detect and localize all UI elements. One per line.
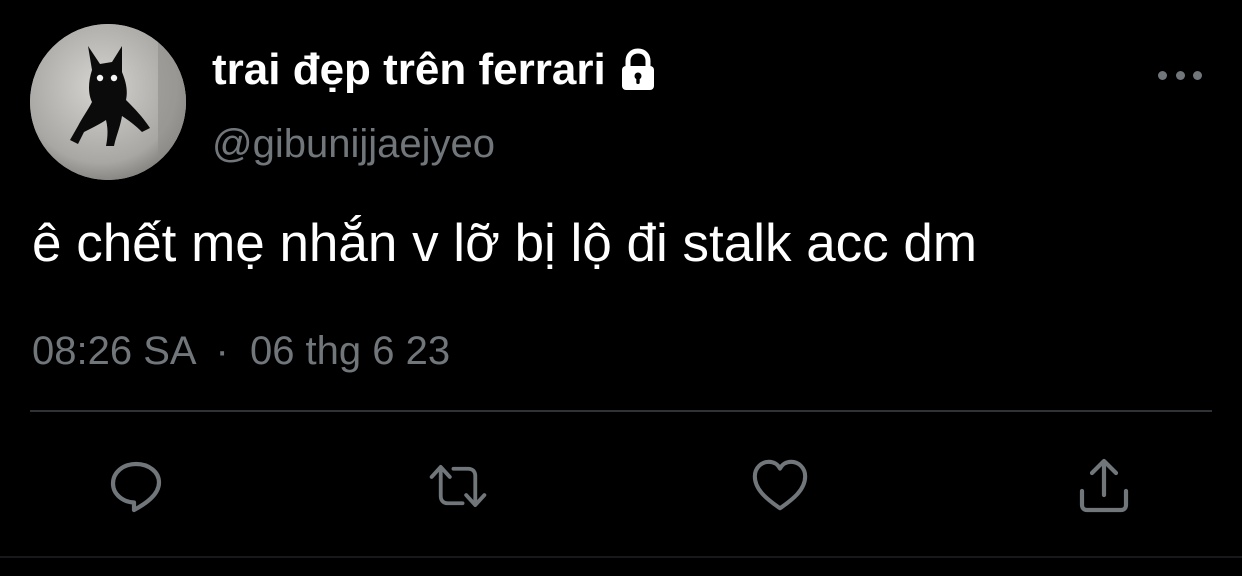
dot — [1158, 70, 1167, 80]
reply-button[interactable] — [106, 456, 166, 516]
tweet-date: 06 thg 6 23 — [249, 329, 451, 373]
retweet-icon — [429, 464, 487, 507]
black-cat-avatar-icon — [30, 24, 186, 180]
like-button[interactable] — [750, 456, 810, 516]
display-name[interactable]: trai đẹp trên ferrari — [212, 42, 606, 98]
heart-icon — [752, 459, 808, 511]
tweet-timestamp[interactable]: 08:26 SA · 06 thg 6 23 — [32, 324, 450, 378]
tweet-text: ê chết mẹ nhắn v lỡ bị lộ đi stalk acc d… — [32, 214, 978, 273]
bottom-divider — [0, 556, 1242, 558]
avatar[interactable] — [30, 24, 186, 180]
share-button[interactable] — [1074, 456, 1134, 516]
share-icon — [1079, 458, 1129, 513]
handle[interactable]: @gibunijjaejyeo — [212, 118, 495, 170]
tweet-detail: trai đẹp trên ferrari @gibunijjaejyeo ê … — [0, 0, 1242, 576]
tweet-time: 08:26 SA — [32, 329, 195, 373]
reply-icon — [110, 461, 162, 513]
dot — [1193, 70, 1202, 80]
retweet-button[interactable] — [428, 456, 488, 516]
lock-icon — [614, 46, 662, 94]
meta-separator: · — [215, 329, 229, 373]
more-dots-icon[interactable] — [1158, 62, 1202, 88]
action-bar — [0, 456, 1242, 516]
divider — [30, 410, 1212, 412]
dot — [1175, 70, 1185, 80]
author-row: trai đẹp trên ferrari — [212, 42, 662, 98]
